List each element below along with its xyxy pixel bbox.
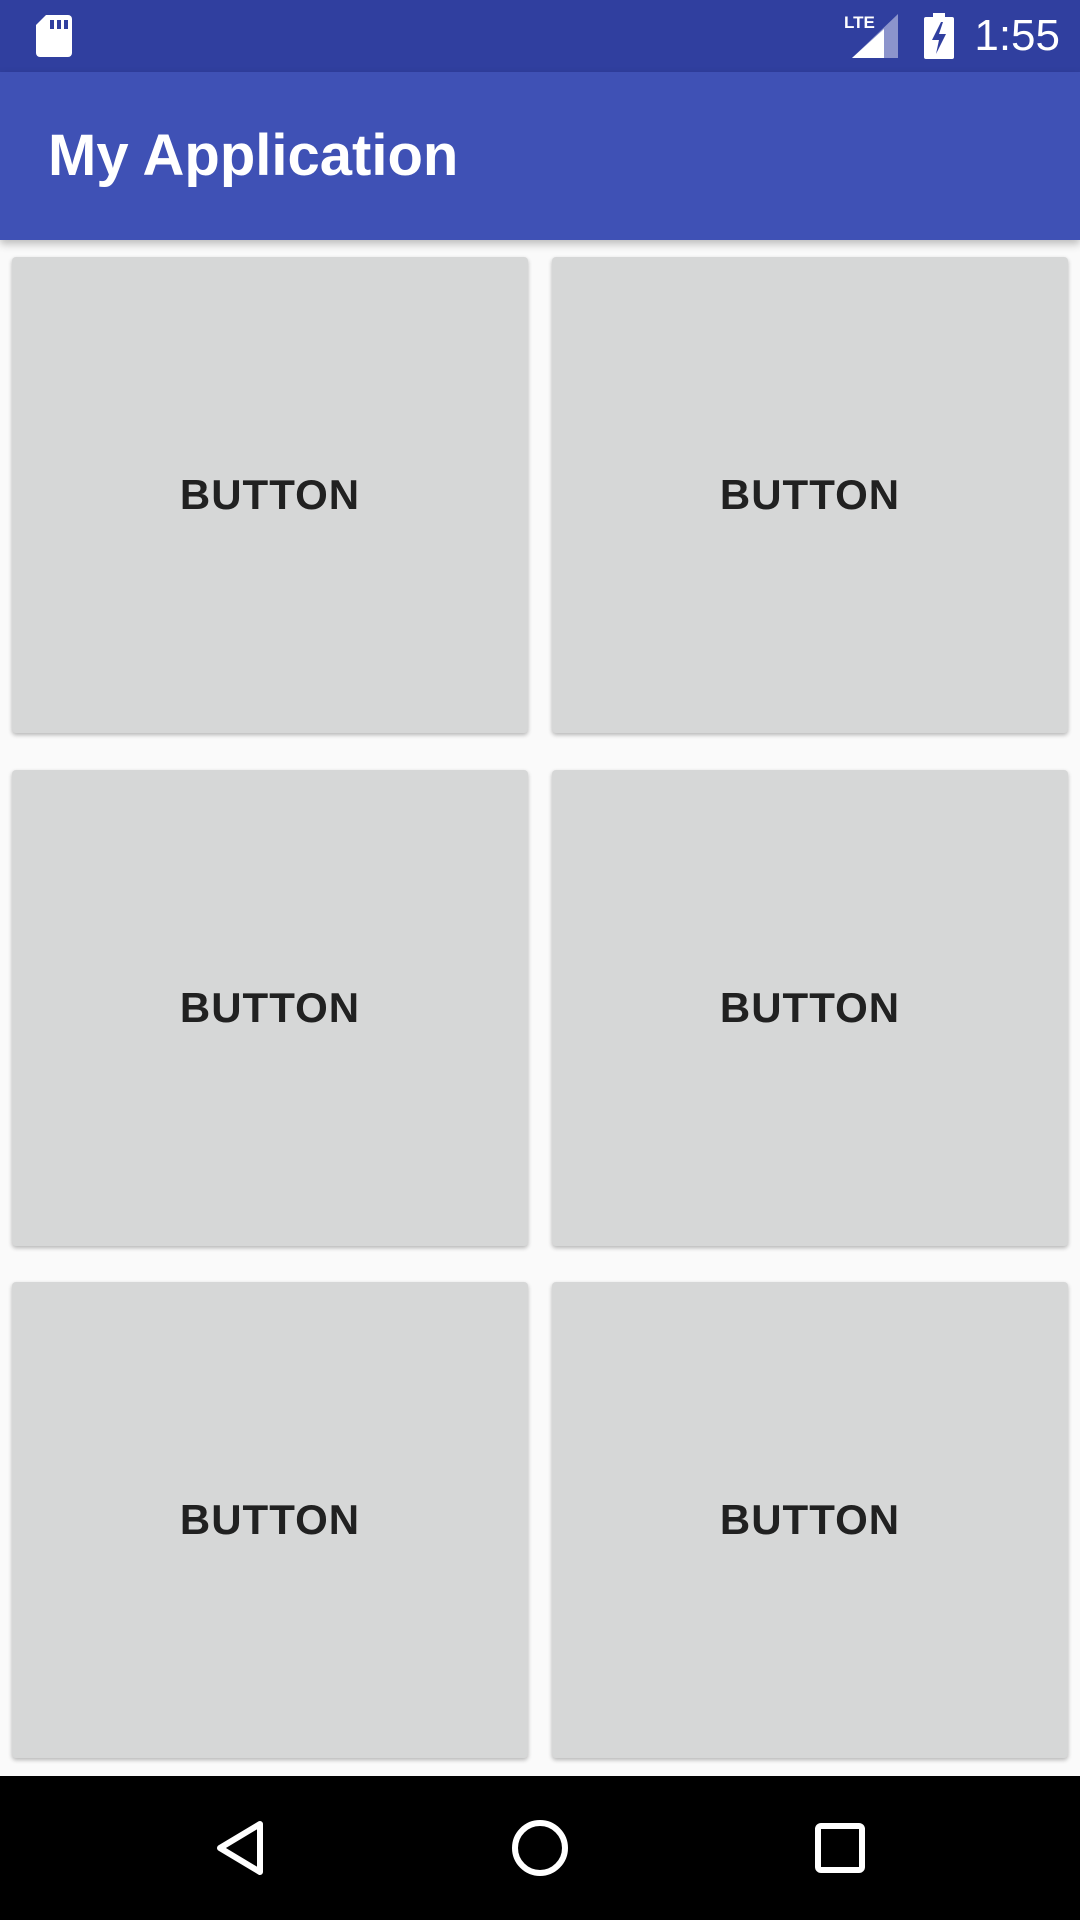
status-bar: LTE 1:55 bbox=[0, 0, 1080, 72]
app-bar: My Application bbox=[0, 72, 1080, 240]
grid-button-6[interactable]: BUTTON bbox=[552, 1282, 1068, 1758]
grid-button-2[interactable]: BUTTON bbox=[552, 257, 1068, 733]
recents-icon[interactable] bbox=[804, 1812, 876, 1884]
grid-button-4[interactable]: BUTTON bbox=[552, 770, 1068, 1246]
navigation-bar bbox=[0, 1776, 1080, 1920]
sd-card-icon bbox=[36, 15, 72, 57]
home-icon[interactable] bbox=[504, 1812, 576, 1884]
app-title: My Application bbox=[48, 123, 459, 188]
status-icons: LTE 1:55 bbox=[844, 0, 1060, 72]
lte-signal-icon: LTE bbox=[844, 13, 899, 58]
battery-charging-icon bbox=[924, 13, 955, 59]
grid-button-5[interactable]: BUTTON bbox=[12, 1282, 528, 1758]
status-time: 1:55 bbox=[974, 11, 1060, 60]
grid-button-3[interactable]: BUTTON bbox=[12, 770, 528, 1246]
network-label: LTE bbox=[844, 13, 875, 32]
back-icon[interactable] bbox=[204, 1812, 276, 1884]
grid-button-1[interactable]: BUTTON bbox=[12, 257, 528, 733]
button-grid: BUTTON BUTTON BUTTON BUTTON BUTTON BUTTO… bbox=[0, 240, 1080, 1776]
